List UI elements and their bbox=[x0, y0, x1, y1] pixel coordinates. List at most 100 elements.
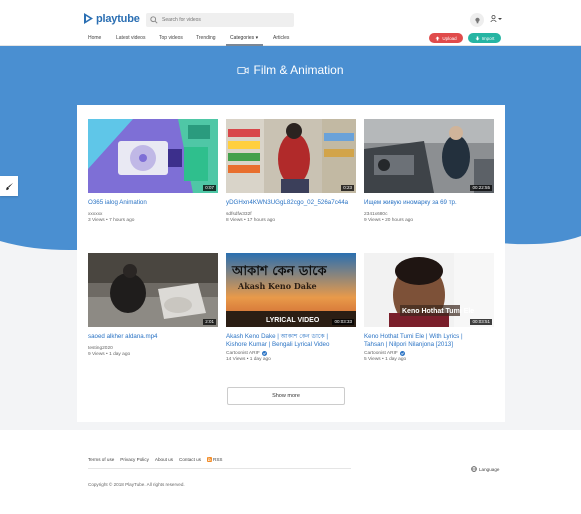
nav-latest-videos[interactable]: Latest videos bbox=[116, 35, 145, 41]
author-name[interactable]: xxxxxx bbox=[88, 212, 102, 217]
video-author[interactable]: sdfsdfw332f bbox=[226, 212, 356, 217]
footer: Terms of use Privacy Policy About us Con… bbox=[0, 430, 581, 514]
thumbnail-image bbox=[88, 253, 218, 327]
author-name[interactable]: testing2020 bbox=[88, 346, 113, 351]
upload-label: Upload bbox=[442, 35, 457, 41]
footer-links: Terms of use Privacy Policy About us Con… bbox=[88, 457, 222, 462]
verified-badge-icon bbox=[261, 351, 267, 356]
rss-icon bbox=[207, 457, 212, 462]
thumbnail-image: আকাশ কেন ডাকে Akash Keno Dake LYRICAL VI… bbox=[226, 253, 356, 327]
import-button[interactable]: Import bbox=[468, 33, 501, 43]
user-menu-button[interactable] bbox=[490, 15, 502, 22]
thumbnail-image bbox=[226, 119, 356, 193]
thumbnail-image bbox=[364, 119, 494, 193]
video-duration: 00:03:51 bbox=[470, 319, 492, 325]
video-thumbnail[interactable]: Keno Hothat Tumi Ele 00:03:51 bbox=[364, 253, 494, 327]
author-name[interactable]: 2341x680c bbox=[364, 212, 387, 217]
video-author[interactable]: xxxxxx bbox=[88, 212, 218, 217]
search-input[interactable] bbox=[162, 17, 282, 23]
video-duration: 00:22:55 bbox=[470, 185, 492, 191]
video-meta: 9 Views • 20 hours ago bbox=[364, 218, 414, 223]
video-card[interactable]: Keno Hothat Tumi Ele 00:03:51 Keno Hotha… bbox=[364, 253, 494, 362]
thumbnail-image bbox=[88, 119, 218, 193]
video-thumbnail[interactable]: 00:22:55 bbox=[364, 119, 494, 193]
top-bar: playtube bbox=[0, 0, 581, 33]
video-grid-card: 0:07 O365 ialog Animation xxxxxx 3 Views… bbox=[77, 105, 505, 422]
view-count: 9 Views bbox=[364, 218, 381, 223]
play-logo-icon bbox=[84, 13, 93, 24]
video-author[interactable]: 2341x680c bbox=[364, 212, 494, 217]
theme-toggle-button[interactable] bbox=[470, 13, 484, 27]
category-title: Film & Animation bbox=[0, 63, 581, 77]
lightbulb-icon bbox=[474, 17, 480, 23]
search-box[interactable] bbox=[146, 13, 294, 27]
view-count: 3 Views bbox=[88, 218, 105, 223]
footer-link-privacy[interactable]: Privacy Policy bbox=[120, 457, 149, 462]
nav-categories[interactable]: Categories ▾ bbox=[230, 35, 258, 41]
paintbrush-icon bbox=[5, 182, 13, 190]
footer-divider bbox=[88, 468, 351, 469]
upload-time: 7 hours ago bbox=[109, 218, 135, 223]
nav-top-videos[interactable]: Top videos bbox=[159, 35, 183, 41]
verified-badge-icon bbox=[399, 351, 405, 356]
nav-home[interactable]: Home bbox=[88, 35, 101, 41]
video-title-line: Akash Keno Dake | আকাশ কেন ডাকে | bbox=[226, 333, 329, 340]
upload-time: 1 day ago bbox=[109, 352, 131, 357]
upload-time: 1 day ago bbox=[249, 357, 271, 362]
video-card[interactable]: 0:23 yDGHxn4KWN3UGgL82cgo_02_526a7c44a s… bbox=[226, 119, 356, 223]
thumb-tag: LYRICAL VIDEO bbox=[266, 317, 320, 324]
footer-link-contact[interactable]: Contact us bbox=[179, 457, 201, 462]
user-icon bbox=[490, 15, 497, 22]
upload-time: 17 hours ago bbox=[247, 218, 276, 223]
view-count: 14 Views bbox=[226, 357, 246, 362]
video-title[interactable]: Keno Hothat Tumi Ele | With Lyrics | Tah… bbox=[364, 333, 494, 349]
video-duration: 2:01 bbox=[203, 319, 216, 325]
video-title[interactable]: Akash Keno Dake | আকাশ কেন ডাকে | Kishor… bbox=[226, 333, 356, 349]
language-label: Language bbox=[479, 466, 500, 472]
thumb-tag: Keno Hothat Tumi Ele bbox=[402, 308, 474, 315]
video-card[interactable]: 0:07 O365 ialog Animation xxxxxx 3 Views… bbox=[88, 119, 218, 223]
video-meta: 8 Views • 17 hours ago bbox=[226, 218, 276, 223]
video-author[interactable]: testing2020 bbox=[88, 346, 218, 351]
video-card[interactable]: 00:22:55 Ищем живую иномарку за 69 тр. 2… bbox=[364, 119, 494, 223]
view-count: 9 Views bbox=[88, 352, 105, 357]
show-more-button[interactable]: Show more bbox=[227, 387, 345, 405]
video-meta: 3 Views • 7 hours ago bbox=[88, 218, 135, 223]
video-author[interactable]: Cartoonist ARIF bbox=[226, 351, 356, 356]
customize-tool-button[interactable] bbox=[0, 176, 18, 196]
thumb-subtitle: Akash Keno Dake bbox=[237, 281, 317, 291]
video-thumbnail[interactable]: 0:07 bbox=[88, 119, 218, 193]
globe-icon bbox=[471, 466, 477, 472]
author-name[interactable]: sdfsdfw332f bbox=[226, 212, 252, 217]
video-title[interactable]: saoed alkher aldana.mp4 bbox=[88, 333, 218, 341]
video-card[interactable]: আকাশ কেন ডাকে Akash Keno Dake LYRICAL VI… bbox=[226, 253, 356, 362]
author-name[interactable]: Cartoonist ARIF bbox=[364, 351, 398, 356]
nav-articles[interactable]: Articles bbox=[273, 35, 289, 41]
search-icon bbox=[150, 16, 158, 24]
author-name[interactable]: Cartoonist ARIF bbox=[226, 351, 260, 356]
footer-link-rss[interactable]: RSS bbox=[207, 457, 222, 462]
rss-label: RSS bbox=[213, 457, 223, 462]
import-icon bbox=[475, 36, 480, 40]
video-card[interactable]: 2:01 saoed alkher aldana.mp4 testing2020… bbox=[88, 253, 218, 357]
video-title[interactable]: Ищем живую иномарку за 69 тр. bbox=[364, 199, 494, 207]
video-thumbnail[interactable]: 2:01 bbox=[88, 253, 218, 327]
view-count: 5 Views bbox=[364, 357, 381, 362]
footer-link-terms[interactable]: Terms of use bbox=[88, 457, 114, 462]
upload-time: 20 hours ago bbox=[385, 218, 414, 223]
footer-link-about[interactable]: About us bbox=[155, 457, 173, 462]
language-selector[interactable]: Language bbox=[471, 466, 499, 472]
video-duration: 0:07 bbox=[203, 185, 216, 191]
video-title-line: Keno Hothat Tumi Ele | With Lyrics | bbox=[364, 333, 463, 340]
video-thumbnail[interactable]: 0:23 bbox=[226, 119, 356, 193]
video-thumbnail[interactable]: আকাশ কেন ডাকে Akash Keno Dake LYRICAL VI… bbox=[226, 253, 356, 327]
video-title[interactable]: O365 ialog Animation bbox=[88, 199, 218, 207]
nav-trending[interactable]: Trending bbox=[196, 35, 216, 41]
video-duration: 0:23 bbox=[341, 185, 354, 191]
upload-button[interactable]: Upload bbox=[429, 33, 463, 43]
video-title[interactable]: yDGHxn4KWN3UGgL82cgo_02_526a7c44a bbox=[226, 199, 356, 207]
logo-text: playtube bbox=[96, 12, 140, 25]
copyright-text: Copyright © 2018 PlayTube. All rights re… bbox=[88, 482, 185, 487]
logo[interactable]: playtube bbox=[83, 12, 140, 25]
video-author[interactable]: Cartoonist ARIF bbox=[364, 351, 494, 356]
